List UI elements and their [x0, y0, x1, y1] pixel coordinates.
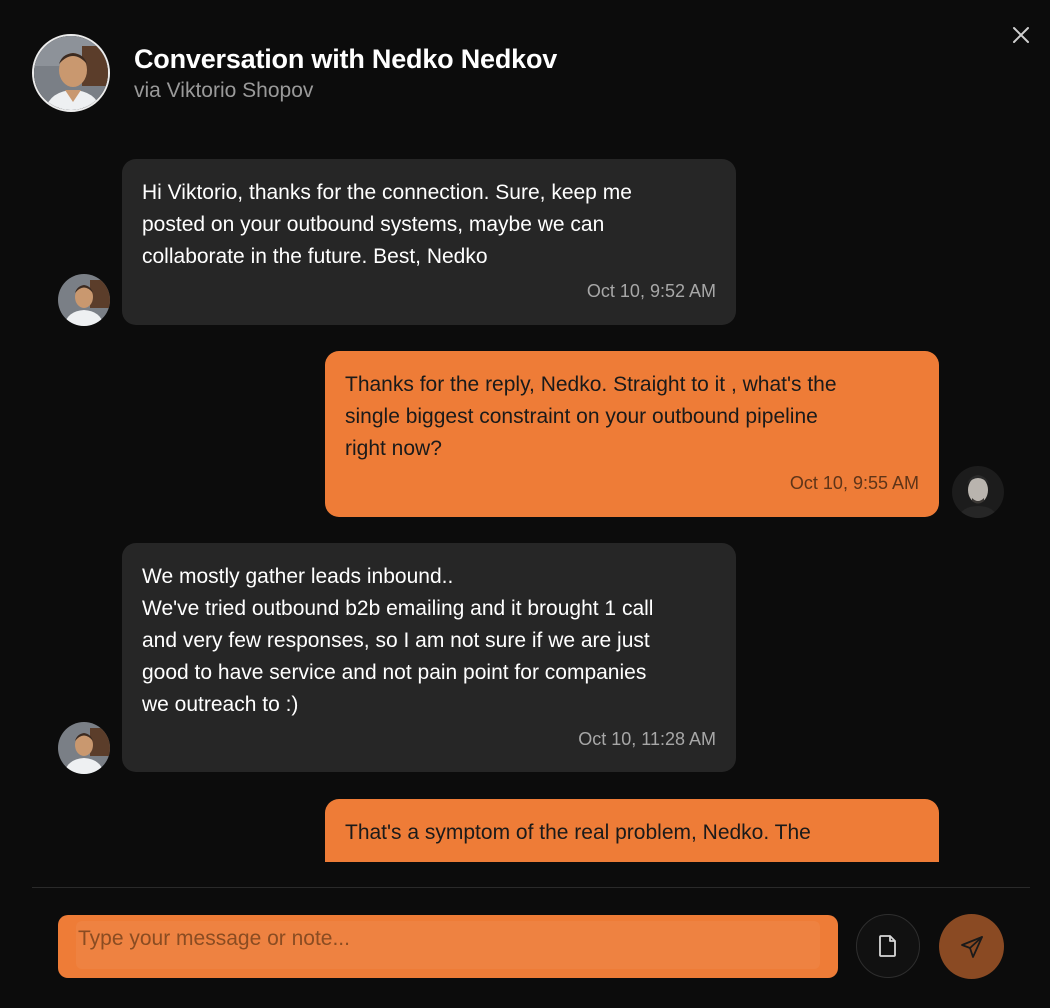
- message-bubble: Thanks for the reply, Nedko. Straight to…: [325, 351, 939, 517]
- message-text: Hi Viktorio, thanks for the connection. …: [142, 181, 632, 268]
- message-input[interactable]: [76, 921, 820, 957]
- contact-avatar-icon: [34, 36, 108, 110]
- contact-avatar-icon: [58, 722, 110, 774]
- message-bubble: That's a symptom of the real problem, Ne…: [325, 799, 939, 862]
- message-timestamp: Oct 10, 11:28 AM: [578, 729, 716, 749]
- file-icon: [879, 935, 896, 957]
- contact-avatar: [32, 34, 110, 112]
- send-button[interactable]: [939, 914, 1004, 979]
- message-text: Thanks for the reply, Nedko. Straight to…: [345, 373, 837, 460]
- send-icon: [960, 935, 983, 958]
- close-button[interactable]: [1006, 20, 1036, 50]
- message-text: That's a symptom of the real problem, Ne…: [345, 821, 811, 844]
- message-bubble: We mostly gather leads inbound.. We've t…: [122, 543, 736, 772]
- composer-field-wrapper: [76, 921, 820, 969]
- sender-avatar: [58, 722, 110, 774]
- message-timestamp: Oct 10, 9:55 AM: [789, 473, 919, 493]
- conversation-modal: Conversation with Nedko Nedkov via Vikto…: [0, 0, 1050, 1008]
- attach-file-button[interactable]: [856, 914, 920, 978]
- message-timestamp: Oct 10, 9:52 AM: [586, 281, 716, 301]
- message-text: We mostly gather leads inbound.. We've t…: [142, 565, 654, 716]
- message-thread[interactable]: Hi Viktorio, thanks for the connection. …: [0, 130, 1050, 862]
- contact-avatar-icon: [58, 274, 110, 326]
- user-avatar-icon: [952, 466, 1004, 518]
- composer-divider: [32, 887, 1030, 888]
- conversation-title: Conversation with Nedko Nedkov: [134, 44, 558, 74]
- conversation-subtitle: via Viktorio Shopov: [134, 79, 314, 102]
- message-bubble: Hi Viktorio, thanks for the connection. …: [122, 159, 736, 325]
- sender-avatar: [58, 274, 110, 326]
- user-avatar: [952, 466, 1004, 518]
- close-icon: [1013, 27, 1029, 43]
- conversation-header: Conversation with Nedko Nedkov via Vikto…: [32, 34, 557, 112]
- message-composer[interactable]: [58, 915, 838, 978]
